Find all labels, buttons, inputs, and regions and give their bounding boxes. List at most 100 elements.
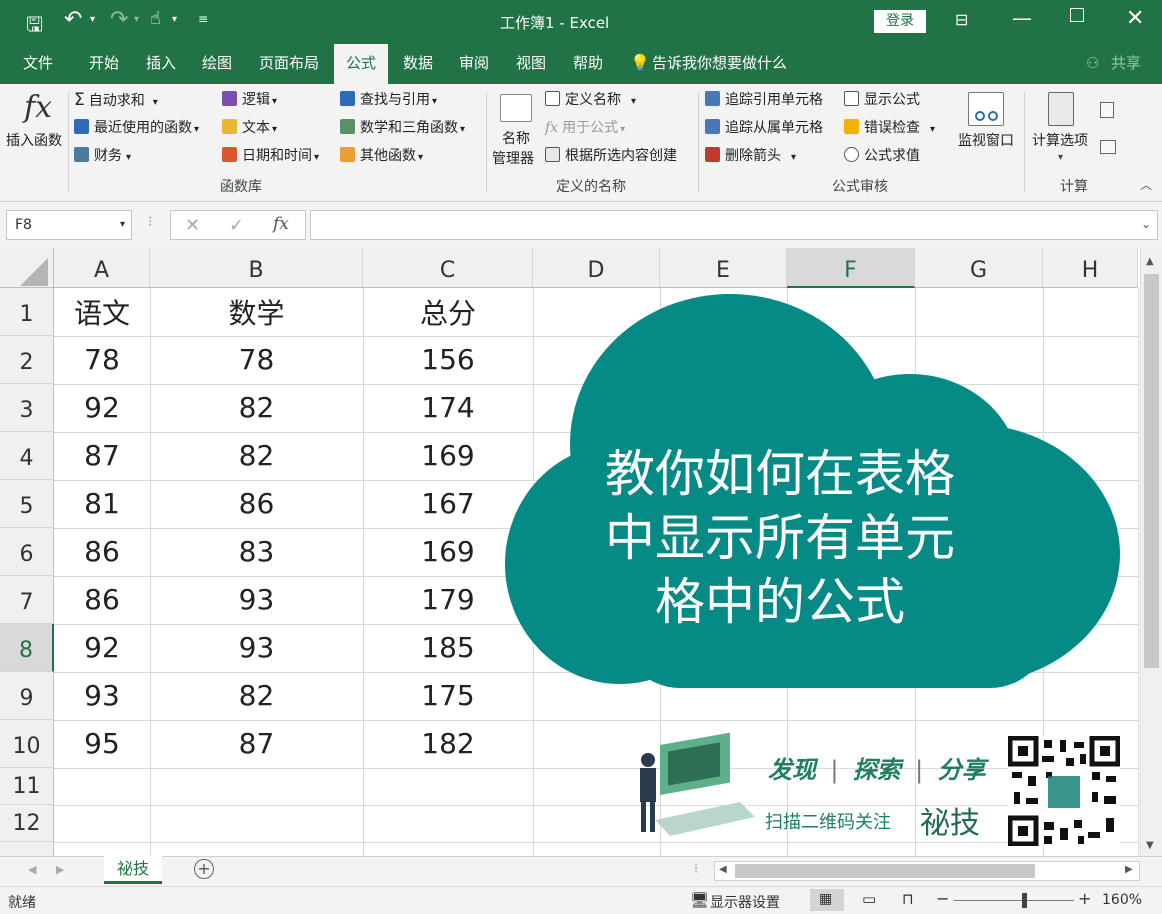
define-name-button[interactable]: 定义名称 ▾ xyxy=(545,89,636,111)
tab-formulas[interactable]: 公式 xyxy=(334,44,388,84)
redo-icon[interactable]: ↷ xyxy=(110,7,128,32)
save-icon[interactable]: 🖫 xyxy=(26,10,43,44)
page-break-view-icon[interactable]: ⊓ xyxy=(902,890,914,908)
cell-a2[interactable]: 78 xyxy=(54,336,150,384)
cell-b5[interactable]: 86 xyxy=(150,480,363,528)
column-header-d[interactable]: D xyxy=(533,248,660,288)
collapse-ribbon-icon[interactable]: ︿ xyxy=(1140,176,1152,193)
ribbon-display-icon[interactable]: ⊟ xyxy=(955,10,968,29)
cell-a10[interactable]: 95 xyxy=(54,720,150,768)
worksheet-grid[interactable]: A B C D E F G H 1 2 3 4 5 6 7 8 9 10 11 … xyxy=(0,248,1162,856)
zoom-in-icon[interactable]: + xyxy=(1078,889,1091,908)
row-header-9[interactable]: 9 xyxy=(0,672,54,720)
row-header-1[interactable]: 1 xyxy=(0,288,54,336)
redo-dropdown-icon[interactable]: ▾ xyxy=(134,14,139,25)
logical-button[interactable]: 逻辑 ▾ xyxy=(222,89,277,111)
next-sheet-icon[interactable]: ▶ xyxy=(56,863,64,876)
column-header-c[interactable]: C xyxy=(363,248,533,288)
zoom-slider[interactable] xyxy=(954,900,1074,901)
cell-a9[interactable]: 93 xyxy=(54,672,150,720)
zoom-level[interactable]: 160% xyxy=(1102,892,1142,908)
insert-function-fx-icon[interactable]: fx xyxy=(273,214,289,234)
enter-icon[interactable]: ✓ xyxy=(229,215,244,236)
cell-b3[interactable]: 82 xyxy=(150,384,363,432)
maximize-icon[interactable] xyxy=(1070,8,1084,22)
expand-formula-bar-icon[interactable]: ⌄ xyxy=(1141,217,1151,231)
insert-function-icon[interactable]: fx xyxy=(14,90,62,128)
column-header-h[interactable]: H xyxy=(1043,248,1138,288)
show-formulas-button[interactable]: 显示公式 xyxy=(844,89,920,111)
drag-handle-icon[interactable]: ⁝ xyxy=(148,214,152,230)
vertical-scroll-thumb[interactable] xyxy=(1144,274,1159,668)
share-icon[interactable]: ⚇ xyxy=(1086,54,1099,72)
column-header-b[interactable]: B xyxy=(150,248,363,288)
row-header-10[interactable]: 10 xyxy=(0,720,54,768)
cell-a7[interactable]: 86 xyxy=(54,576,150,624)
remove-arrows-button[interactable]: 删除箭头 ▾ xyxy=(705,145,796,167)
cell-b9[interactable]: 82 xyxy=(150,672,363,720)
name-manager-label-2[interactable]: 管理器 xyxy=(492,148,534,170)
cell-a1[interactable]: 语文 xyxy=(54,290,150,338)
cell-a4[interactable]: 87 xyxy=(54,432,150,480)
row-header-6[interactable]: 6 xyxy=(0,528,54,576)
scroll-up-icon[interactable]: ▲ xyxy=(1146,256,1154,267)
tab-page-layout[interactable]: 页面布局 xyxy=(250,44,328,84)
name-manager-label-1[interactable]: 名称 xyxy=(502,128,530,150)
undo-icon[interactable]: ↶ xyxy=(64,7,82,32)
lookup-button[interactable]: 查找与引用 ▾ xyxy=(340,89,437,111)
watch-window-button[interactable]: 监视窗口 xyxy=(958,130,1014,152)
evaluate-formula-button[interactable]: 公式求值 xyxy=(844,145,920,167)
display-settings-icon[interactable]: 🖥 xyxy=(690,891,709,909)
share-button[interactable]: 共享 xyxy=(1106,44,1146,84)
autosum-button[interactable]: Σ 自动求和 ▾ xyxy=(74,89,158,111)
page-layout-view-icon[interactable]: ▭ xyxy=(862,890,876,908)
calc-options-button[interactable]: 计算选项 xyxy=(1032,130,1088,152)
other-functions-button[interactable]: 其他函数 ▾ xyxy=(340,145,423,167)
tab-draw[interactable]: 绘图 xyxy=(190,44,244,84)
cell-b1[interactable]: 数学 xyxy=(150,290,363,338)
tab-split-handle-icon[interactable]: ⁝ xyxy=(694,862,698,877)
calculate-now-icon[interactable] xyxy=(1100,102,1114,118)
tab-view[interactable]: 视图 xyxy=(504,44,558,84)
zoom-out-icon[interactable]: − xyxy=(936,889,949,908)
scroll-left-icon[interactable]: ◀ xyxy=(719,864,727,875)
undo-dropdown-icon[interactable]: ▾ xyxy=(90,14,95,25)
use-in-formula-button[interactable]: fx 用于公式 ▾ xyxy=(545,117,625,139)
tab-home[interactable]: 开始 xyxy=(76,44,132,84)
text-button[interactable]: 文本 ▾ xyxy=(222,117,277,139)
tab-file[interactable]: 文件 xyxy=(10,44,66,84)
formula-input[interactable]: ⌄ xyxy=(310,210,1158,240)
scroll-down-icon[interactable]: ▼ xyxy=(1146,840,1154,851)
row-header-7[interactable]: 7 xyxy=(0,576,54,624)
cell-a6[interactable]: 86 xyxy=(54,528,150,576)
row-header-8[interactable]: 8 xyxy=(0,624,54,672)
cell-b7[interactable]: 93 xyxy=(150,576,363,624)
add-sheet-icon[interactable]: + xyxy=(194,859,214,879)
error-checking-button[interactable]: 错误检查 ▾ xyxy=(844,117,935,139)
cell-a3[interactable]: 92 xyxy=(54,384,150,432)
minimize-icon[interactable]: — xyxy=(1012,6,1032,30)
cell-b8[interactable]: 93 xyxy=(150,624,363,672)
row-header-11[interactable]: 11 xyxy=(0,768,54,805)
row-header-12[interactable]: 12 xyxy=(0,805,54,842)
insert-function-button[interactable]: 插入函数 xyxy=(6,130,62,152)
cell-b4[interactable]: 82 xyxy=(150,432,363,480)
zoom-slider-thumb[interactable] xyxy=(1022,893,1027,908)
tab-data[interactable]: 数据 xyxy=(392,44,444,84)
math-button[interactable]: 数学和三角函数 ▾ xyxy=(340,117,465,139)
financial-button[interactable]: 财务 ▾ xyxy=(74,145,131,167)
select-all-button[interactable] xyxy=(0,248,54,288)
column-header-e[interactable]: E xyxy=(660,248,787,288)
cell-a5[interactable]: 81 xyxy=(54,480,150,528)
recent-functions-button[interactable]: 最近使用的函数 ▾ xyxy=(74,117,199,139)
cell-b6[interactable]: 83 xyxy=(150,528,363,576)
tell-me-search[interactable]: 告诉我你想要做什么 xyxy=(652,44,792,84)
column-header-a[interactable]: A xyxy=(54,248,150,288)
horizontal-scrollbar[interactable]: ◀ ▶ xyxy=(714,861,1140,881)
cancel-icon[interactable]: ✕ xyxy=(185,215,200,236)
calculate-sheet-icon[interactable] xyxy=(1100,140,1116,154)
calculator-icon[interactable] xyxy=(1048,92,1074,126)
cell-c10[interactable]: 182 xyxy=(363,720,533,768)
create-from-selection-button[interactable]: 根据所选内容创建 xyxy=(545,145,677,167)
trace-precedents-button[interactable]: 追踪引用单元格 xyxy=(705,89,823,111)
